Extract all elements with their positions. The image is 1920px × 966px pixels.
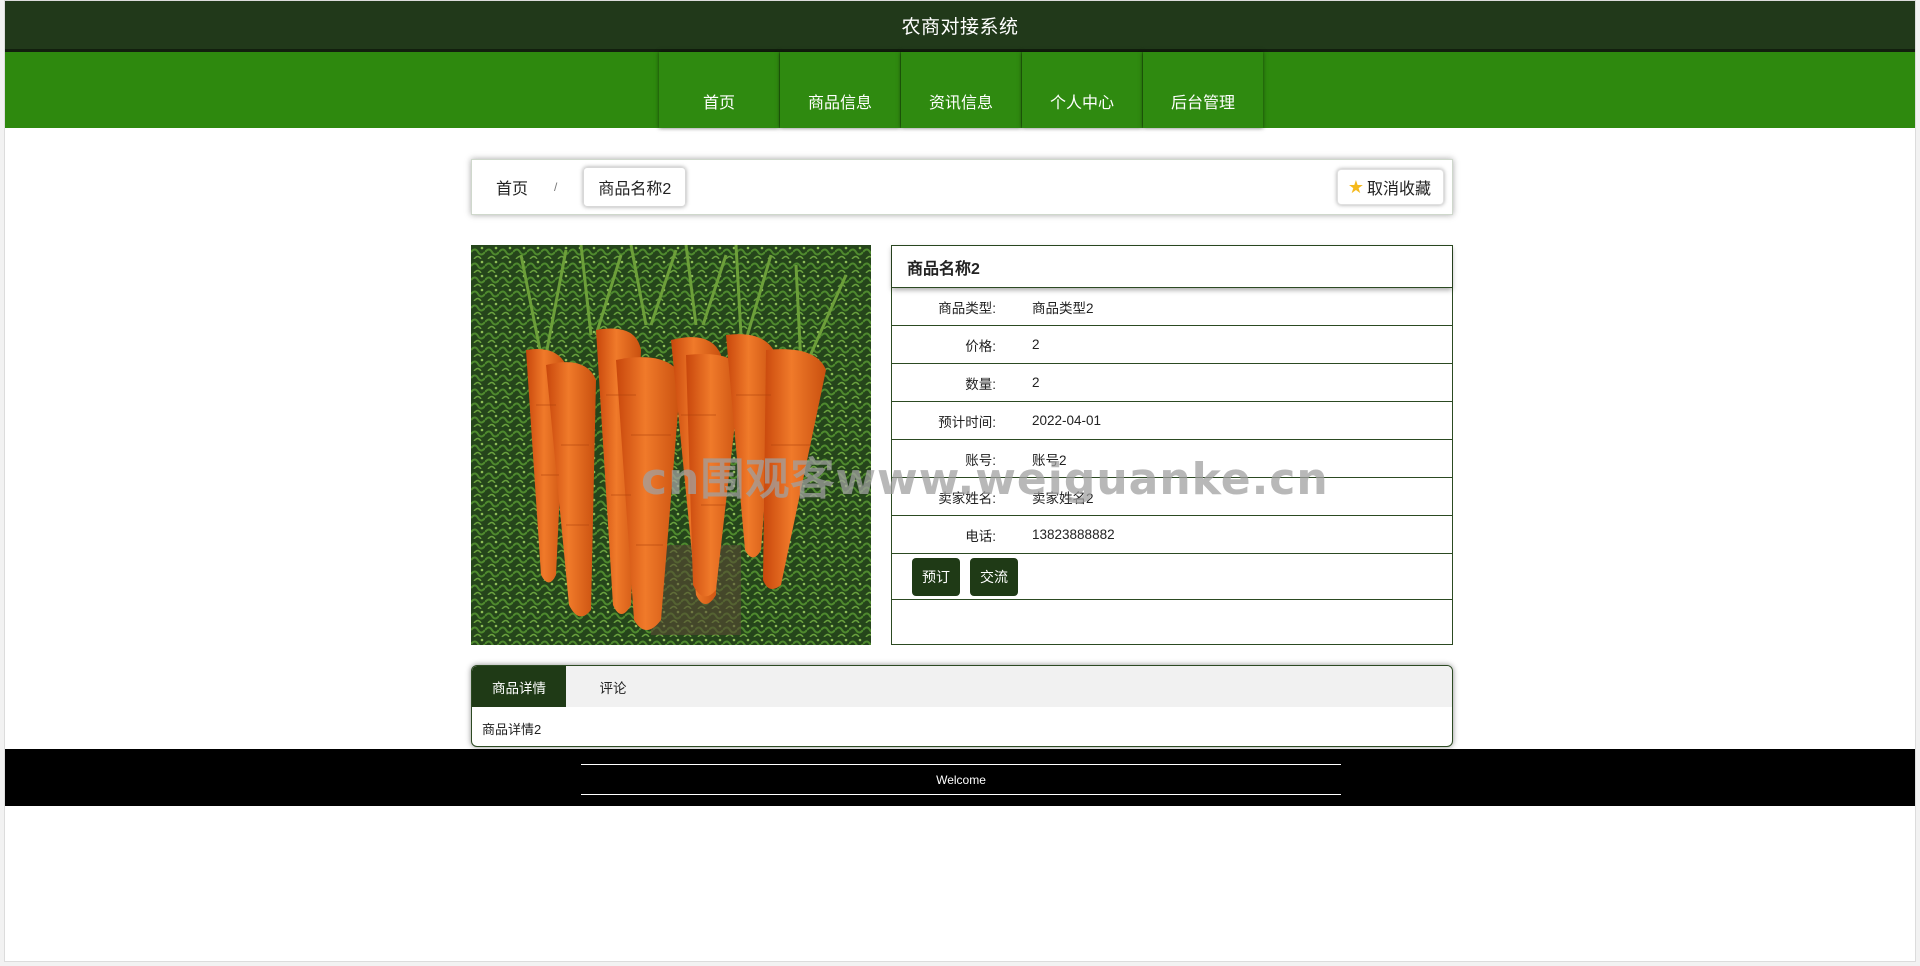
field-row-type: 商品类型: 商品类型2 [892,288,1452,326]
star-icon: ★ [1347,177,1364,197]
product-name: 商品名称2 [892,246,1452,288]
field-label: 数量: [965,376,996,392]
field-label: 价格: [965,338,996,354]
field-row-seller: 卖家姓名: 卖家姓名2 [892,478,1452,516]
nav-menu: 首页 商品信息 资讯信息 个人中心 后台管理 [659,52,1264,128]
field-value: 13823888882 [1032,527,1115,542]
tabs-header: 商品详情 评论 [472,666,1452,707]
breadcrumb-home-link[interactable]: 首页 [496,175,528,199]
site-header: 农商对接系统 [5,1,1915,52]
breadcrumb-separator: / [554,180,558,194]
field-row-time: 预计时间: 2022-04-01 [892,402,1452,440]
main-nav: 首页 商品信息 资讯信息 个人中心 后台管理 [5,52,1915,128]
tab-product-details[interactable]: 商品详情 [472,666,566,707]
nav-item-admin[interactable]: 后台管理 [1143,52,1263,128]
field-label: 商品类型: [938,300,996,316]
carrots-image [471,245,871,645]
field-row-price: 价格: 2 [892,326,1452,364]
site-footer: Welcome [5,749,1915,806]
site-title: 农商对接系统 [901,16,1019,38]
nav-item-profile[interactable]: 个人中心 [1022,52,1142,128]
field-value: 2022-04-01 [1032,413,1102,428]
field-value: 商品类型2 [1032,300,1094,316]
field-value: 账号2 [1032,452,1067,468]
field-row-quantity: 数量: 2 [892,364,1452,402]
tab-content: 商品详情2 [482,722,542,737]
unfavorite-button[interactable]: ★ 取消收藏 [1336,169,1444,205]
field-label: 电话: [965,528,996,544]
field-label: 卖家姓名: [938,490,996,506]
footer-welcome: Welcome [581,764,1341,795]
field-row-account: 账号: 账号2 [892,440,1452,478]
field-row-phone: 电话: 13823888882 [892,516,1452,554]
nav-item-home[interactable]: 首页 [659,52,779,128]
field-value: 2 [1032,375,1040,390]
product-info-panel: 商品名称2 商品类型: 商品类型2 价格: 2 数量: 2 预计时间: 2022… [891,245,1453,645]
tab-comments[interactable]: 评论 [566,666,660,707]
breadcrumb: 首页 / 商品名称2 ★ 取消收藏 [471,159,1453,215]
product-actions: 预订 交流 [892,554,1452,600]
product-image [471,245,871,645]
breadcrumb-current: 商品名称2 [583,167,687,207]
field-value: 2 [1032,337,1040,352]
field-value: 卖家姓名2 [1032,490,1094,506]
nav-item-products[interactable]: 商品信息 [780,52,900,128]
unfavorite-label: 取消收藏 [1366,181,1431,198]
app-frame: 农商对接系统 首页 商品信息 资讯信息 个人中心 后台管理 首页 / 商品名称2… [4,0,1916,962]
chat-button[interactable]: 交流 [970,557,1018,596]
detail-tabs: 商品详情 评论 商品详情2 [471,665,1453,747]
field-label: 预计时间: [938,414,996,430]
field-label: 账号: [965,452,996,468]
nav-item-news[interactable]: 资讯信息 [901,52,1021,128]
reserve-button[interactable]: 预订 [912,557,960,596]
